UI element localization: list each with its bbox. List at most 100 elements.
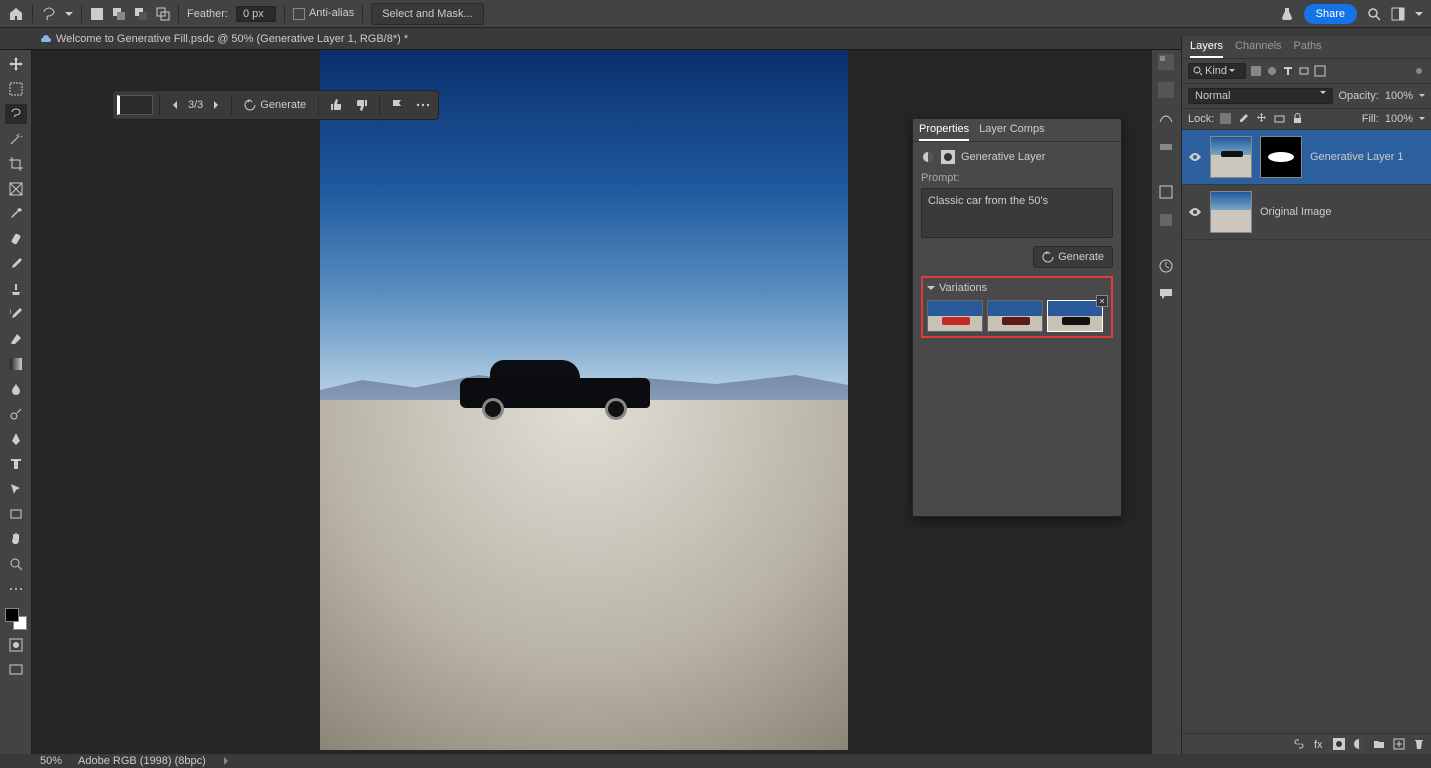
dodge-tool[interactable]: [5, 404, 27, 424]
variation-thumb-1[interactable]: [927, 300, 983, 332]
chevron-down-icon[interactable]: [65, 10, 73, 18]
subtract-selection-icon[interactable]: [134, 7, 148, 21]
home-icon[interactable]: [8, 6, 24, 22]
zoom-level[interactable]: 50%: [40, 755, 62, 767]
tab-channels[interactable]: Channels: [1235, 40, 1281, 58]
layer-row-generative[interactable]: Generative Layer 1: [1182, 130, 1431, 185]
chevron-down-icon[interactable]: [1415, 10, 1423, 18]
swatches-panel-icon[interactable]: [1158, 82, 1176, 100]
tab-properties[interactable]: Properties: [919, 123, 969, 141]
lock-nested-icon[interactable]: [1274, 113, 1286, 125]
layer-name[interactable]: Generative Layer 1: [1310, 151, 1404, 163]
thumbs-down-button[interactable]: [351, 96, 373, 114]
properties-generate-button[interactable]: Generate: [1033, 246, 1113, 268]
patterns-panel-icon[interactable]: [1158, 138, 1176, 156]
more-button[interactable]: [412, 100, 434, 110]
visibility-toggle[interactable]: [1188, 150, 1202, 164]
history-panel-icon[interactable]: [1158, 258, 1176, 276]
tab-paths[interactable]: Paths: [1294, 40, 1322, 58]
libraries-panel-icon[interactable]: [1158, 212, 1176, 230]
delete-variation-button[interactable]: ✕: [1096, 295, 1108, 307]
gradient-tool[interactable]: [5, 354, 27, 374]
antialias-checkbox[interactable]: Anti-alias: [293, 7, 354, 19]
feather-input[interactable]: 0 px: [236, 6, 276, 22]
color-swatches[interactable]: [5, 608, 27, 630]
path-selection-tool[interactable]: [5, 479, 27, 499]
prev-variation-button[interactable]: [166, 98, 184, 112]
tab-layer-comps[interactable]: Layer Comps: [979, 123, 1044, 141]
flag-button[interactable]: [386, 96, 408, 114]
type-tool[interactable]: [5, 454, 27, 474]
intersect-selection-icon[interactable]: [156, 7, 170, 21]
zoom-tool[interactable]: [5, 554, 27, 574]
hand-tool[interactable]: [5, 529, 27, 549]
chevron-down-icon[interactable]: [1419, 93, 1425, 99]
crop-tool[interactable]: [5, 154, 27, 174]
lock-all-icon[interactable]: [1292, 113, 1304, 125]
beaker-icon[interactable]: [1280, 7, 1294, 21]
lock-paint-icon[interactable]: [1238, 113, 1250, 125]
search-icon[interactable]: [1367, 7, 1381, 21]
prompt-input[interactable]: [117, 95, 153, 115]
document-canvas[interactable]: [320, 50, 848, 750]
pen-tool[interactable]: [5, 429, 27, 449]
layer-row-original[interactable]: Original Image: [1182, 185, 1431, 240]
prompt-text[interactable]: Classic car from the 50's: [921, 188, 1113, 238]
comments-panel-icon[interactable]: [1158, 286, 1176, 304]
share-button[interactable]: Share: [1304, 4, 1357, 24]
healing-brush-tool[interactable]: [5, 229, 27, 249]
chevron-right-icon[interactable]: [222, 757, 230, 765]
gradients-panel-icon[interactable]: [1158, 110, 1176, 128]
layer-mask-icon[interactable]: [1333, 738, 1345, 750]
lasso-tool-icon[interactable]: [41, 6, 57, 22]
delete-layer-icon[interactable]: [1413, 738, 1425, 750]
opacity-value[interactable]: 100%: [1385, 90, 1413, 102]
document-tab[interactable]: Welcome to Generative Fill.psdc @ 50% (G…: [40, 33, 408, 45]
filter-toggle[interactable]: [1413, 65, 1425, 77]
add-selection-icon[interactable]: [112, 7, 126, 21]
variation-thumb-3[interactable]: ✕: [1047, 300, 1103, 332]
filter-type-icon[interactable]: [1282, 65, 1294, 77]
new-layer-icon[interactable]: [1393, 738, 1405, 750]
adjustments-panel-icon[interactable]: [1158, 184, 1176, 202]
eyedropper-tool[interactable]: [5, 204, 27, 224]
next-variation-button[interactable]: [207, 98, 225, 112]
new-selection-icon[interactable]: [90, 7, 104, 21]
eraser-tool[interactable]: [5, 329, 27, 349]
magic-wand-tool[interactable]: [5, 129, 27, 149]
marquee-tool[interactable]: [5, 79, 27, 99]
move-tool[interactable]: [5, 54, 27, 74]
chevron-down-icon[interactable]: [1419, 116, 1425, 122]
select-and-mask-button[interactable]: Select and Mask...: [371, 3, 484, 25]
brush-tool[interactable]: [5, 254, 27, 274]
fill-value[interactable]: 100%: [1385, 113, 1413, 125]
layer-thumbnail[interactable]: [1210, 136, 1252, 178]
workspace-icon[interactable]: [1391, 7, 1405, 21]
adjustment-layer-icon[interactable]: [1353, 738, 1365, 750]
group-icon[interactable]: [1373, 738, 1385, 750]
blend-mode-select[interactable]: Normal: [1188, 88, 1333, 104]
layer-name[interactable]: Original Image: [1260, 206, 1332, 218]
filter-pixel-icon[interactable]: [1250, 65, 1262, 77]
chevron-down-icon[interactable]: [927, 284, 935, 292]
variation-thumb-2[interactable]: [987, 300, 1043, 332]
lock-transparency-icon[interactable]: [1220, 113, 1232, 125]
more-tools[interactable]: [5, 579, 27, 599]
lasso-tool[interactable]: [5, 104, 27, 124]
filter-adjustment-icon[interactable]: [1266, 65, 1278, 77]
link-layers-icon[interactable]: [1293, 738, 1305, 750]
frame-tool[interactable]: [5, 179, 27, 199]
history-brush-tool[interactable]: [5, 304, 27, 324]
screen-mode-toggle[interactable]: [5, 660, 27, 680]
blur-tool[interactable]: [5, 379, 27, 399]
color-panel-icon[interactable]: [1158, 54, 1176, 72]
rectangle-tool[interactable]: [5, 504, 27, 524]
filter-smart-icon[interactable]: [1314, 65, 1326, 77]
filter-kind-select[interactable]: Kind: [1188, 63, 1246, 79]
generate-button[interactable]: Generate: [238, 97, 312, 113]
quick-mask-toggle[interactable]: [5, 635, 27, 655]
filter-shape-icon[interactable]: [1298, 65, 1310, 77]
lock-position-icon[interactable]: [1256, 113, 1268, 125]
clone-stamp-tool[interactable]: [5, 279, 27, 299]
tab-layers[interactable]: Layers: [1190, 40, 1223, 58]
